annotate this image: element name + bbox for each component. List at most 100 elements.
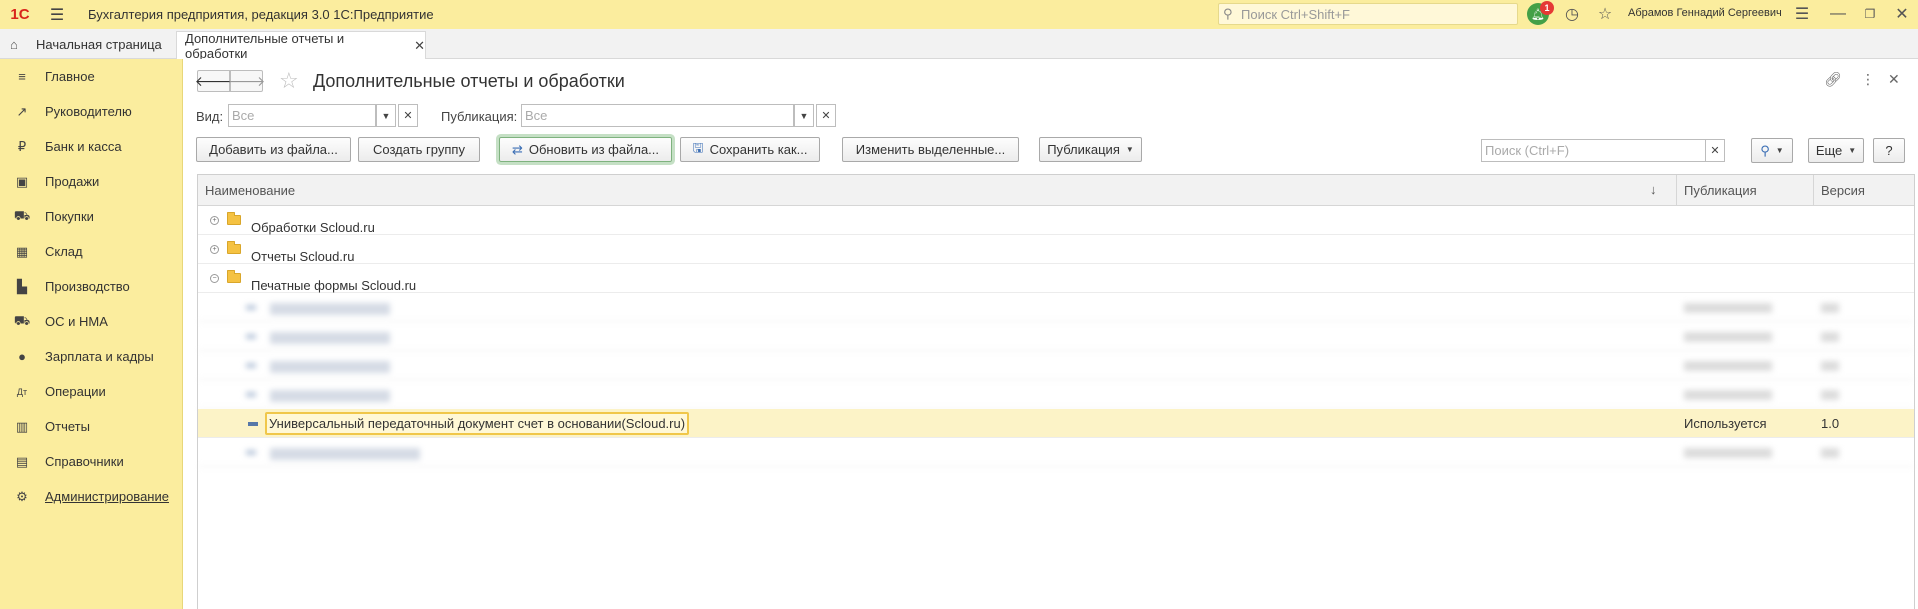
history-icon[interactable]: ◷ xyxy=(1560,3,1584,25)
help-button[interactable]: ? xyxy=(1873,138,1905,163)
search-options-button[interactable]: ⚲ ▼ xyxy=(1751,138,1793,163)
kind-filter-input[interactable]: Все xyxy=(228,104,376,127)
list-search-input[interactable]: Поиск (Ctrl+F) xyxy=(1481,139,1706,162)
table-row-blurred[interactable] xyxy=(198,293,1914,322)
back-button[interactable]: 🡐 xyxy=(195,70,232,92)
menu-lines-icon: ≡ xyxy=(18,69,26,84)
sidebar-item-production[interactable]: ▙ Производство xyxy=(0,269,182,304)
column-header-version-label: Версия xyxy=(1821,183,1865,198)
home-icon: ⌂ xyxy=(10,36,18,52)
restore-window-icon[interactable]: ❐ xyxy=(1858,3,1882,25)
blurred-version xyxy=(1821,322,1839,351)
kind-clear-button[interactable]: ✕ xyxy=(398,104,418,127)
title-bar: 1С ☰ Бухгалтерия предприятия, редакция 3… xyxy=(0,0,1918,29)
table-row-group[interactable]: + Обработки Scloud.ru xyxy=(198,206,1914,235)
global-search-input[interactable]: ⚲ Поиск Ctrl+Shift+F xyxy=(1218,3,1518,25)
close-form-icon[interactable]: ✕ xyxy=(1888,71,1900,88)
sidebar-item-operations[interactable]: Дт Операции xyxy=(0,374,182,409)
publication-dropdown-button[interactable]: ▼ xyxy=(794,104,814,127)
table-row-selected[interactable]: Универсальный передаточный документ счет… xyxy=(198,409,1914,438)
sidebar-item-administration[interactable]: ⚙ Администрирование xyxy=(0,479,182,514)
close-tab-icon[interactable]: ✕ xyxy=(414,38,425,54)
column-header-publication[interactable]: Публикация xyxy=(1677,175,1814,206)
blurred-publication xyxy=(1684,293,1772,322)
link-icon[interactable]: 🔗︎ xyxy=(1824,71,1842,88)
expand-plus-icon[interactable]: + xyxy=(210,245,219,254)
create-group-button[interactable]: Создать группу xyxy=(358,137,480,162)
list-search-clear-button[interactable]: ✕ xyxy=(1705,139,1725,162)
more-menu-button[interactable]: Еще ▼ xyxy=(1808,138,1864,163)
close-window-icon[interactable]: ✕ xyxy=(1890,3,1914,25)
change-selected-button[interactable]: Изменить выделенные... xyxy=(842,137,1019,162)
sidebar-item-bank[interactable]: ₽ Банк и касса xyxy=(0,129,182,164)
dt-kt-icon: Дт xyxy=(16,386,28,397)
person-icon: ● xyxy=(18,349,26,364)
1c-logo[interactable]: 1С xyxy=(0,0,40,29)
tab-additional-reports[interactable]: Дополнительные отчеты и обработки ✕ xyxy=(176,31,426,61)
sidebar: ≡ Главное ↗ Руководителю ₽ Банк и касса … xyxy=(0,59,183,609)
sidebar-item-sales[interactable]: ▣ Продажи xyxy=(0,164,182,199)
folder-icon xyxy=(227,270,241,283)
selected-row-version: 1.0 xyxy=(1821,416,1840,431)
ruble-coin-icon: ₽ xyxy=(17,138,27,154)
save-as-button[interactable]: 🖫 Сохранить как... xyxy=(680,137,820,162)
shopping-bag-icon: ▣ xyxy=(15,173,29,189)
search-icon: ⚲ xyxy=(1760,142,1770,158)
sidebar-item-label: Покупки xyxy=(45,209,94,224)
minimize-window-icon[interactable]: — xyxy=(1826,3,1850,25)
save-disk-icon: 🖫 xyxy=(692,139,704,155)
chevron-down-icon: ▼ xyxy=(1848,146,1857,155)
favorites-star-icon[interactable]: ☆ xyxy=(1593,3,1617,25)
sidebar-item-salary[interactable]: ● Зарплата и кадры xyxy=(0,339,182,374)
expand-plus-icon[interactable]: + xyxy=(210,216,219,225)
sidebar-item-director[interactable]: ↗ Руководителю xyxy=(0,94,182,129)
sidebar-item-label: Банк и касса xyxy=(45,139,122,154)
sidebar-item-catalogs[interactable]: ▤ Справочники xyxy=(0,444,182,479)
sidebar-item-main[interactable]: ≡ Главное xyxy=(0,59,182,94)
sidebar-item-warehouse[interactable]: ▦ Склад xyxy=(0,234,182,269)
forward-button[interactable]: 🡒 xyxy=(228,70,265,92)
add-from-file-button[interactable]: Добавить из файла... xyxy=(196,137,351,162)
sidebar-item-reports[interactable]: ▥ Отчеты xyxy=(0,409,182,444)
publication-clear-button[interactable]: ✕ xyxy=(816,104,836,127)
table-row-group[interactable]: − Печатные формы Scloud.ru xyxy=(198,264,1914,293)
column-header-version[interactable]: Версия xyxy=(1814,175,1914,206)
truck-icon: ⛟ xyxy=(13,312,31,328)
sidebar-item-fixed-assets[interactable]: ⛟ ОС и НМА xyxy=(0,304,182,339)
kind-filter-label: Вид: xyxy=(196,109,224,124)
table-row-blurred[interactable] xyxy=(198,380,1914,409)
factory-icon: ▙ xyxy=(17,278,27,294)
table-row-blurred[interactable] xyxy=(198,322,1914,351)
page-title: Дополнительные отчеты и обработки xyxy=(313,71,625,91)
blurred-version xyxy=(1821,438,1839,467)
sort-arrow-down-icon[interactable]: ↓ xyxy=(1650,182,1657,197)
notifications-badge: 1 xyxy=(1540,1,1554,15)
sidebar-item-label: Зарплата и кадры xyxy=(45,349,154,364)
add-to-favorites-star-icon[interactable]: ☆ xyxy=(279,68,299,94)
bar-chart-icon: ▥ xyxy=(15,418,29,434)
blurred-publication xyxy=(1684,380,1772,409)
more-vertical-icon[interactable]: ⋮ xyxy=(1861,71,1875,88)
table-row-group[interactable]: + Отчеты Scloud.ru xyxy=(198,235,1914,264)
tab-home[interactable]: ⌂ Начальная страница xyxy=(0,29,174,59)
user-name[interactable]: Абрамов Геннадий Сергеевич xyxy=(1628,7,1782,19)
update-from-file-button[interactable]: ⇄ Обновить из файла... xyxy=(499,137,672,162)
table-row-blurred[interactable] xyxy=(198,351,1914,380)
collapse-minus-icon[interactable]: − xyxy=(210,274,219,283)
publication-filter-input[interactable]: Все xyxy=(521,104,794,127)
trend-icon: ↗ xyxy=(16,103,28,119)
table-row-blurred[interactable] xyxy=(198,438,1914,467)
notifications-button[interactable]: 🔔︎ 1 xyxy=(1526,1,1554,25)
kind-dropdown-button[interactable]: ▼ xyxy=(376,104,396,127)
settings-menu-icon[interactable]: ☰ xyxy=(1790,3,1814,25)
sidebar-item-purchases[interactable]: ⛟ Покупки xyxy=(0,199,182,234)
main-menu-icon[interactable]: ☰ xyxy=(40,0,74,29)
selected-row-name: Универсальный передаточный документ счет… xyxy=(265,412,690,435)
update-file-icon: ⇄ xyxy=(511,141,523,157)
item-icon xyxy=(246,334,256,339)
publication-menu-button[interactable]: Публикация ▼ xyxy=(1039,137,1142,162)
processors-table[interactable]: Наименование ↓ Публикация Версия + Обраб… xyxy=(197,174,1915,609)
column-header-name[interactable]: Наименование xyxy=(198,175,1677,206)
item-icon xyxy=(246,450,256,455)
more-menu-label: Еще xyxy=(1815,143,1843,158)
